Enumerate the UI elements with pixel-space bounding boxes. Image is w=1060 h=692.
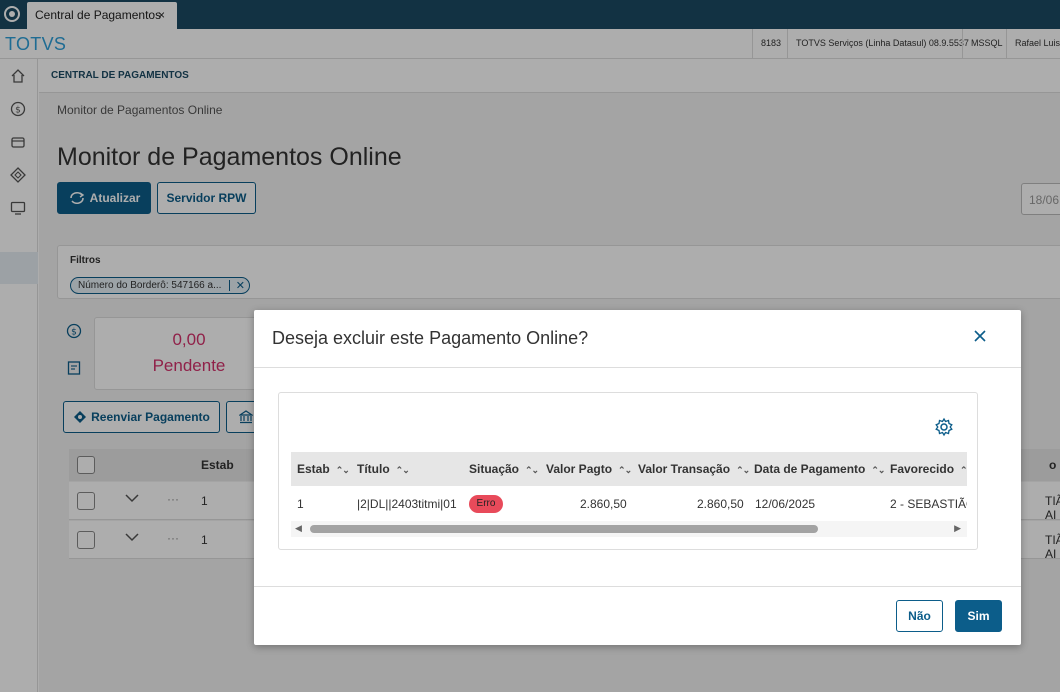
grid-cell-data-pagamento: 12/06/2025 [755,497,816,511]
sort-icon[interactable]: ⌃⌄ [396,465,410,475]
scrollbar-thumb[interactable] [310,525,818,533]
grid-cell-estab: 1 [297,497,304,511]
dialog-divider-bottom [254,586,1021,587]
grid-col-estab[interactable]: Estab ⌃⌄ [297,462,350,476]
sort-icon[interactable]: ⌃⌄ [960,465,967,475]
grid-col-valor-transacao-label: Valor Transação [638,462,731,476]
payment-grid-container: Estab ⌃⌄ Título ⌃⌄ Situação ⌃⌄ Valor Pagto ⌃… [278,392,978,550]
grid-col-data-pagamento[interactable]: Data de Pagamento ⌃⌄ [754,462,885,476]
gear-icon[interactable] [934,417,954,437]
dialog-title: Deseja excluir este Pagamento Online? [272,328,589,348]
no-button-label: Não [908,609,931,623]
grid-col-titulo[interactable]: Título ⌃⌄ [357,462,410,476]
grid-col-valor-pagto[interactable]: Valor Pagto ⌃⌄ [546,462,632,476]
grid-col-valor-pagto-label: Valor Pagto [546,462,613,476]
grid-cell-valor-pagto: 2.860,50 [580,497,627,511]
scroll-right-icon[interactable]: ▶ [954,523,961,534]
grid-col-situacao[interactable]: Situação ⌃⌄ [469,462,539,476]
confirm-delete-dialog: Deseja excluir este Pagamento Online? Es… [254,310,1021,645]
sort-icon[interactable]: ⌃⌄ [336,465,350,475]
grid-col-estab-label: Estab [297,462,330,476]
grid-cell-titulo: |2|DL||2403titmi|01 [357,497,457,511]
yes-button[interactable]: Sim [955,600,1002,632]
no-button[interactable]: Não [896,600,943,632]
grid-col-titulo-label: Título [357,462,390,476]
yes-button-label: Sim [967,609,990,623]
horizontal-scrollbar[interactable]: ◀ ▶ [291,521,967,537]
sort-icon[interactable]: ⌃⌄ [618,465,632,475]
grid-col-data-pagamento-label: Data de Pagamento [754,462,866,476]
grid-cell-valor-transacao: 2.860,50 [697,497,744,511]
grid-col-situacao-label: Situação [469,462,520,476]
sort-icon[interactable]: ⌃⌄ [736,465,750,475]
grid-row[interactable]: 1 |2|DL||2403titmi|01 Erro 2.860,50 2.86… [291,486,967,520]
grid-col-favorecido[interactable]: Favorecido ⌃⌄ [890,462,967,476]
grid-cell-favorecido: 2 - SEBASTIÃO [890,497,967,511]
status-badge: Erro [469,495,503,513]
sort-icon[interactable]: ⌃⌄ [525,465,539,475]
scroll-left-icon[interactable]: ◀ [295,523,302,534]
grid-header: Estab ⌃⌄ Título ⌃⌄ Situação ⌃⌄ Valor Pagto ⌃… [291,452,967,486]
sort-icon[interactable]: ⌃⌄ [871,465,885,475]
grid-col-favorecido-label: Favorecido [890,462,955,476]
dialog-divider-top [254,367,1021,368]
close-icon[interactable] [972,328,988,344]
grid-col-valor-transacao[interactable]: Valor Transação ⌃⌄ [638,462,750,476]
